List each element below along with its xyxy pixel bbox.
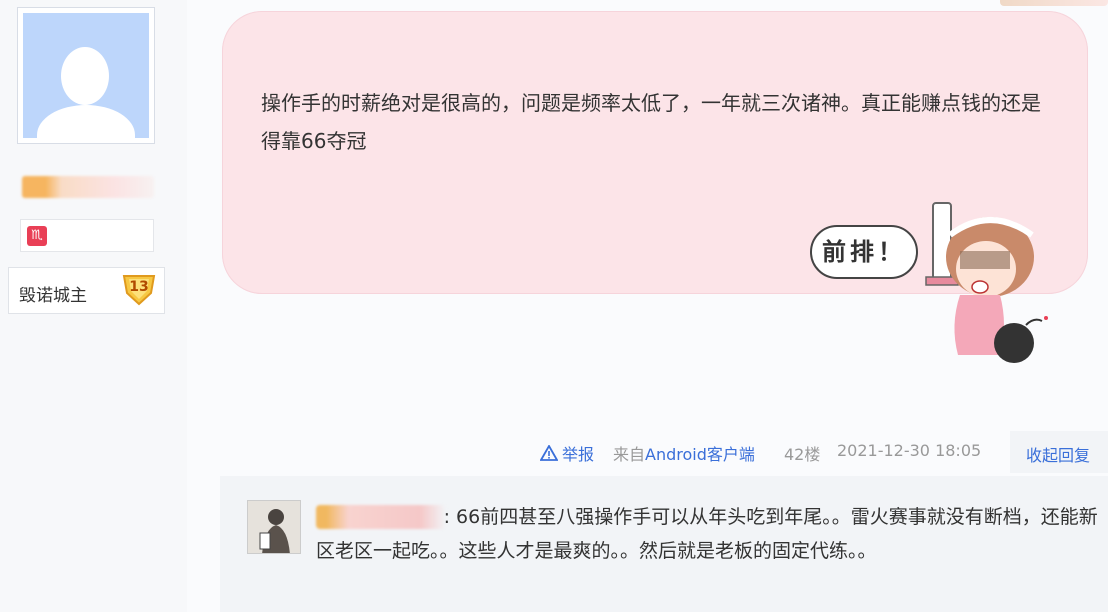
- level-title: 毁诺城主: [19, 286, 87, 306]
- post-timestamp: 2021-12-30 18:05: [837, 441, 982, 460]
- source-app-link[interactable]: Android客户端: [645, 445, 755, 464]
- warning-icon: [540, 445, 558, 461]
- post-content: 操作手的时薪绝对是很高的，问题是频率太低了，一年就三次诸神。真正能赚点钱的还是得…: [261, 91, 1041, 153]
- medal-row: ♏: [20, 219, 154, 252]
- user-avatar[interactable]: [17, 7, 155, 144]
- scorpio-medal-icon[interactable]: ♏: [27, 226, 47, 246]
- post-action-bar: 举报 来自Android客户端 42楼 2021-12-30 18:05: [0, 441, 1108, 467]
- default-avatar-icon: [23, 13, 149, 138]
- collapse-replies-link[interactable]: 收起回复: [1026, 442, 1090, 466]
- user-level-badge[interactable]: 毁诺城主 13: [8, 267, 165, 314]
- level-shield-icon: 13: [121, 273, 157, 307]
- username-blurred[interactable]: [22, 176, 154, 198]
- post-source: 来自Android客户端: [613, 445, 755, 464]
- report-label: 举报: [562, 445, 595, 464]
- top-decoration: [1000, 0, 1108, 6]
- user-sidebar: ♏ 毁诺城主 13: [0, 0, 187, 612]
- sticker-image: 前排！: [800, 195, 1060, 370]
- report-link[interactable]: 举报: [540, 441, 594, 465]
- level-number: 13: [129, 279, 149, 295]
- reply-content: : 66前四甚至八强操作手可以从年头吃到年尾。。雷火赛事就没有断档，还能新区老区…: [316, 506, 1098, 562]
- reply-avatar[interactable]: [247, 500, 301, 554]
- floor-number: 42楼: [784, 445, 821, 464]
